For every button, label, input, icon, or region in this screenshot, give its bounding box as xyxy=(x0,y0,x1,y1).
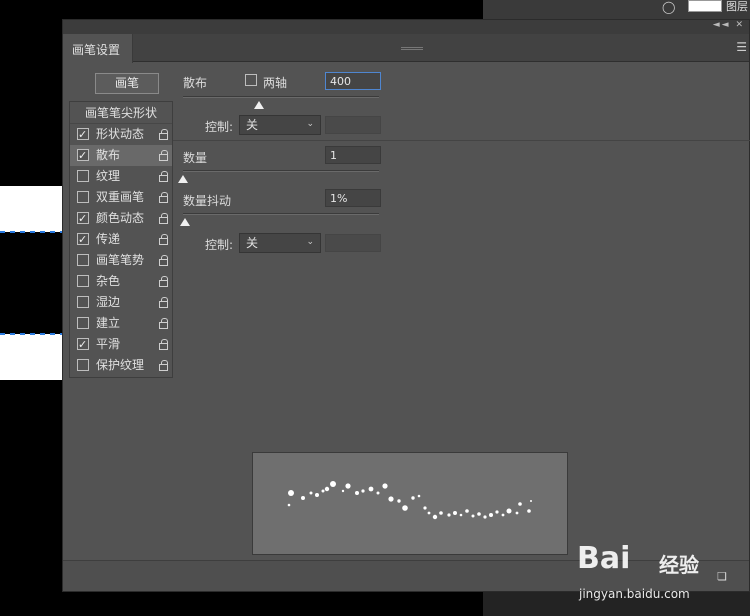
count-jitter-control-value: 关 xyxy=(246,236,259,250)
option-checkbox[interactable] xyxy=(77,124,89,145)
divider xyxy=(173,140,750,141)
eye-icon[interactable]: ◯ xyxy=(662,0,675,14)
list-item-option[interactable]: 保护纹理 xyxy=(70,355,172,376)
option-label: 保护纹理 xyxy=(96,358,145,372)
brush-options-list: 画笔笔尖形状 形状动态散布纹理双重画笔颜色动态传递画笔笔势杂色湿边建立平滑保护纹… xyxy=(69,101,173,378)
list-item-option[interactable]: 湿边 xyxy=(70,292,172,313)
count-jitter-control-select[interactable]: 关 ⌄ xyxy=(239,233,321,253)
option-checkbox[interactable] xyxy=(77,359,89,371)
lock-icon[interactable] xyxy=(159,166,168,187)
scatter-control-select[interactable]: 关 ⌄ xyxy=(239,115,321,135)
scatter-control-value: 关 xyxy=(246,118,259,132)
layer-thumbnail[interactable] xyxy=(688,0,722,12)
count-value-input[interactable]: 1 xyxy=(325,146,381,164)
lock-icon[interactable] xyxy=(159,187,168,208)
panel-titlebar[interactable]: ◄◄ ✕ xyxy=(63,20,749,34)
scatter-control-label: 控制: xyxy=(205,120,234,134)
count-jitter-value-input[interactable]: 1% xyxy=(325,189,381,207)
list-item-option[interactable]: 形状动态 xyxy=(70,124,172,145)
scatter-control-field xyxy=(325,116,381,134)
resize-grip[interactable] xyxy=(401,47,423,50)
scatter-value-input[interactable]: 400 xyxy=(325,72,381,90)
canvas-shape-bottom xyxy=(0,334,62,380)
canvas-shape-top xyxy=(0,186,62,232)
list-item-option[interactable]: 平滑 xyxy=(70,334,172,355)
lock-icon[interactable] xyxy=(159,229,168,250)
both-axes-checkbox[interactable] xyxy=(245,74,257,86)
both-axes-label: 两轴 xyxy=(263,76,288,90)
chevron-down-icon: ⌄ xyxy=(306,237,314,247)
option-label: 纹理 xyxy=(96,169,121,183)
lock-icon[interactable] xyxy=(159,208,168,229)
option-label: 形状动态 xyxy=(96,127,145,141)
list-item-option[interactable]: 纹理 xyxy=(70,166,172,187)
list-item-brush-tip-shape[interactable]: 画笔笔尖形状 xyxy=(70,102,172,124)
count-label: 数量 xyxy=(183,151,208,165)
lock-icon[interactable] xyxy=(159,313,168,334)
list-item-option[interactable]: 建立 xyxy=(70,313,172,334)
list-item-option[interactable]: 杂色 xyxy=(70,271,172,292)
canvas-area xyxy=(0,0,62,616)
option-label: 画笔笔势 xyxy=(96,253,145,267)
count-jitter-slider-thumb[interactable] xyxy=(179,218,190,226)
option-checkbox[interactable] xyxy=(77,296,89,308)
baidu-watermark-logo: Bai 经验 jingyan.baidu.com xyxy=(577,533,737,613)
count-jitter-control-label: 控制: xyxy=(205,238,234,252)
scatter-label: 散布 xyxy=(183,76,208,90)
watermark-cn: 经验 xyxy=(659,553,699,577)
option-label: 散布 xyxy=(96,148,121,162)
list-item-option[interactable]: 散布 xyxy=(70,145,172,166)
lock-icon[interactable] xyxy=(159,250,168,271)
selection-marquee xyxy=(0,333,62,335)
option-label: 杂色 xyxy=(96,274,121,288)
option-checkbox[interactable] xyxy=(77,208,89,229)
scatter-slider-track[interactable] xyxy=(183,96,379,98)
option-checkbox[interactable] xyxy=(77,275,89,287)
option-label: 平滑 xyxy=(96,337,121,351)
watermark-main: Bai xyxy=(577,541,631,576)
option-checkbox[interactable] xyxy=(77,254,89,266)
option-checkbox[interactable] xyxy=(77,145,89,166)
count-jitter-slider-track[interactable] xyxy=(183,213,379,215)
watermark-url: jingyan.baidu.com xyxy=(579,587,690,601)
collapse-icon[interactable]: ◄◄ ✕ xyxy=(713,20,745,30)
lock-icon[interactable] xyxy=(159,292,168,313)
option-checkbox[interactable] xyxy=(77,317,89,329)
option-label: 传递 xyxy=(96,232,121,246)
list-item-option[interactable]: 双重画笔 xyxy=(70,187,172,208)
lock-icon[interactable] xyxy=(159,334,168,355)
option-checkbox[interactable] xyxy=(77,170,89,182)
option-checkbox[interactable] xyxy=(77,191,89,203)
option-label: 双重画笔 xyxy=(96,190,145,204)
selection-marquee xyxy=(0,231,62,233)
option-label: 建立 xyxy=(96,316,121,330)
lock-icon[interactable] xyxy=(159,124,168,145)
count-jitter-control-field xyxy=(325,234,381,252)
layer-name[interactable]: 图层 xyxy=(726,0,748,14)
brushes-button[interactable]: 画笔 xyxy=(95,73,159,94)
count-slider-track[interactable] xyxy=(183,170,379,172)
brush-stroke-preview xyxy=(252,452,568,555)
count-jitter-label: 数量抖动 xyxy=(183,194,232,208)
list-item-option[interactable]: 传递 xyxy=(70,229,172,250)
count-slider-thumb[interactable] xyxy=(178,175,188,183)
scatter-slider-thumb[interactable] xyxy=(254,101,265,109)
option-label: 湿边 xyxy=(96,295,121,309)
stroke-preview-dots xyxy=(287,481,532,520)
option-label: 颜色动态 xyxy=(96,211,145,225)
list-item-option[interactable]: 画笔笔势 xyxy=(70,250,172,271)
chevron-down-icon: ⌄ xyxy=(306,119,314,129)
lock-icon[interactable] xyxy=(159,145,168,166)
list-item-option[interactable]: 颜色动态 xyxy=(70,208,172,229)
panel-menu-icon[interactable]: ☰ xyxy=(736,40,747,54)
option-checkbox[interactable] xyxy=(77,229,89,250)
lock-icon[interactable] xyxy=(159,271,168,292)
brush-settings-panel: ◄◄ ✕ 画笔设置 ☰ 画笔 画笔笔尖形状 形状动态散布纹理双重画笔颜色动态传递… xyxy=(62,19,750,592)
option-checkbox[interactable] xyxy=(77,334,89,355)
lock-icon[interactable] xyxy=(159,355,168,376)
tab-brush-settings[interactable]: 画笔设置 xyxy=(63,34,133,63)
